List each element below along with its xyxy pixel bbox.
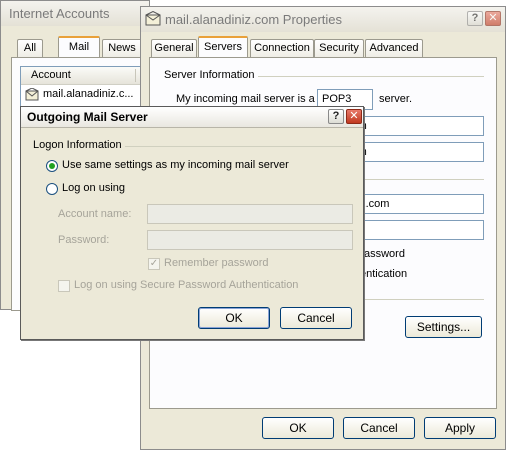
server-information-divider [258,76,484,77]
incoming-server-prefix: My incoming mail server is a [176,93,315,105]
spa-label[interactable]: Log on using Secure Password Authenticat… [74,279,298,291]
incoming-server-divider [358,179,484,180]
outgoing-dialog-title: Outgoing Mail Server [27,110,148,124]
tab-security[interactable]: Security [314,39,364,58]
remember-password-label: assword [364,248,405,260]
outgoing-dialog-titlebar[interactable]: Outgoing Mail Server ? ✕ [21,107,363,128]
internet-accounts-title: Internet Accounts [9,6,110,21]
help-button[interactable]: ? [467,11,483,26]
outgoing-mail-server-dialog: Outgoing Mail Server ? ✕ Logon Informati… [20,106,364,340]
cancel-button[interactable]: Cancel [280,307,352,329]
ok-button[interactable]: OK [198,307,270,329]
tab-general[interactable]: General [151,39,197,58]
tab-connection[interactable]: Connection [250,39,314,58]
remember-password-checkbox[interactable]: ✓ [148,258,160,270]
account-name-label: Account name: [58,208,132,220]
close-button[interactable]: ✕ [346,109,362,124]
account-name-input[interactable] [147,204,353,224]
spa-checkbox[interactable] [58,280,70,292]
apply-button[interactable]: Apply [424,417,496,439]
use-same-settings-radio[interactable] [46,160,58,172]
cancel-button[interactable]: Cancel [343,417,415,439]
column-header-account: Account [31,69,71,81]
ok-button[interactable]: OK [262,417,334,439]
column-divider[interactable] [135,69,136,82]
incoming-server-suffix: server. [379,93,413,105]
account-name: mail.alanadiniz.c... [43,88,134,100]
tab-advanced[interactable]: Advanced [365,39,423,58]
outgoing-server-divider [358,299,484,300]
accounts-list-header[interactable]: Account [21,67,150,85]
logon-information-divider [125,146,351,147]
use-same-settings-label[interactable]: Use same settings as my incoming mail se… [62,159,289,171]
server-information-label: Server Information [164,69,255,81]
mail-account-icon [145,10,161,26]
list-item[interactable]: mail.alanadiniz.c... [21,86,150,104]
log-on-using-radio[interactable] [46,183,58,195]
close-button[interactable]: ✕ [485,11,501,26]
log-on-using-label[interactable]: Log on using [62,182,125,194]
tab-mail[interactable]: Mail [58,36,100,58]
properties-titlebar[interactable]: mail.alanadiniz.com Properties ? ✕ [141,7,505,32]
password-input[interactable] [147,230,353,250]
logon-information-label: Logon Information [33,139,122,151]
mail-account-icon [25,87,39,101]
properties-title: mail.alanadiniz.com Properties [165,12,343,27]
settings-button[interactable]: Settings... [405,316,482,338]
internet-accounts-titlebar[interactable]: Internet Accounts [1,1,149,26]
secure-password-auth-label: entication [360,268,408,280]
remember-password-label[interactable]: Remember password [164,257,269,269]
tab-servers[interactable]: Servers [198,36,248,58]
tab-news[interactable]: News [102,39,142,58]
help-button[interactable]: ? [328,109,344,124]
tab-all[interactable]: All [17,39,43,58]
password-label: Password: [58,234,110,246]
